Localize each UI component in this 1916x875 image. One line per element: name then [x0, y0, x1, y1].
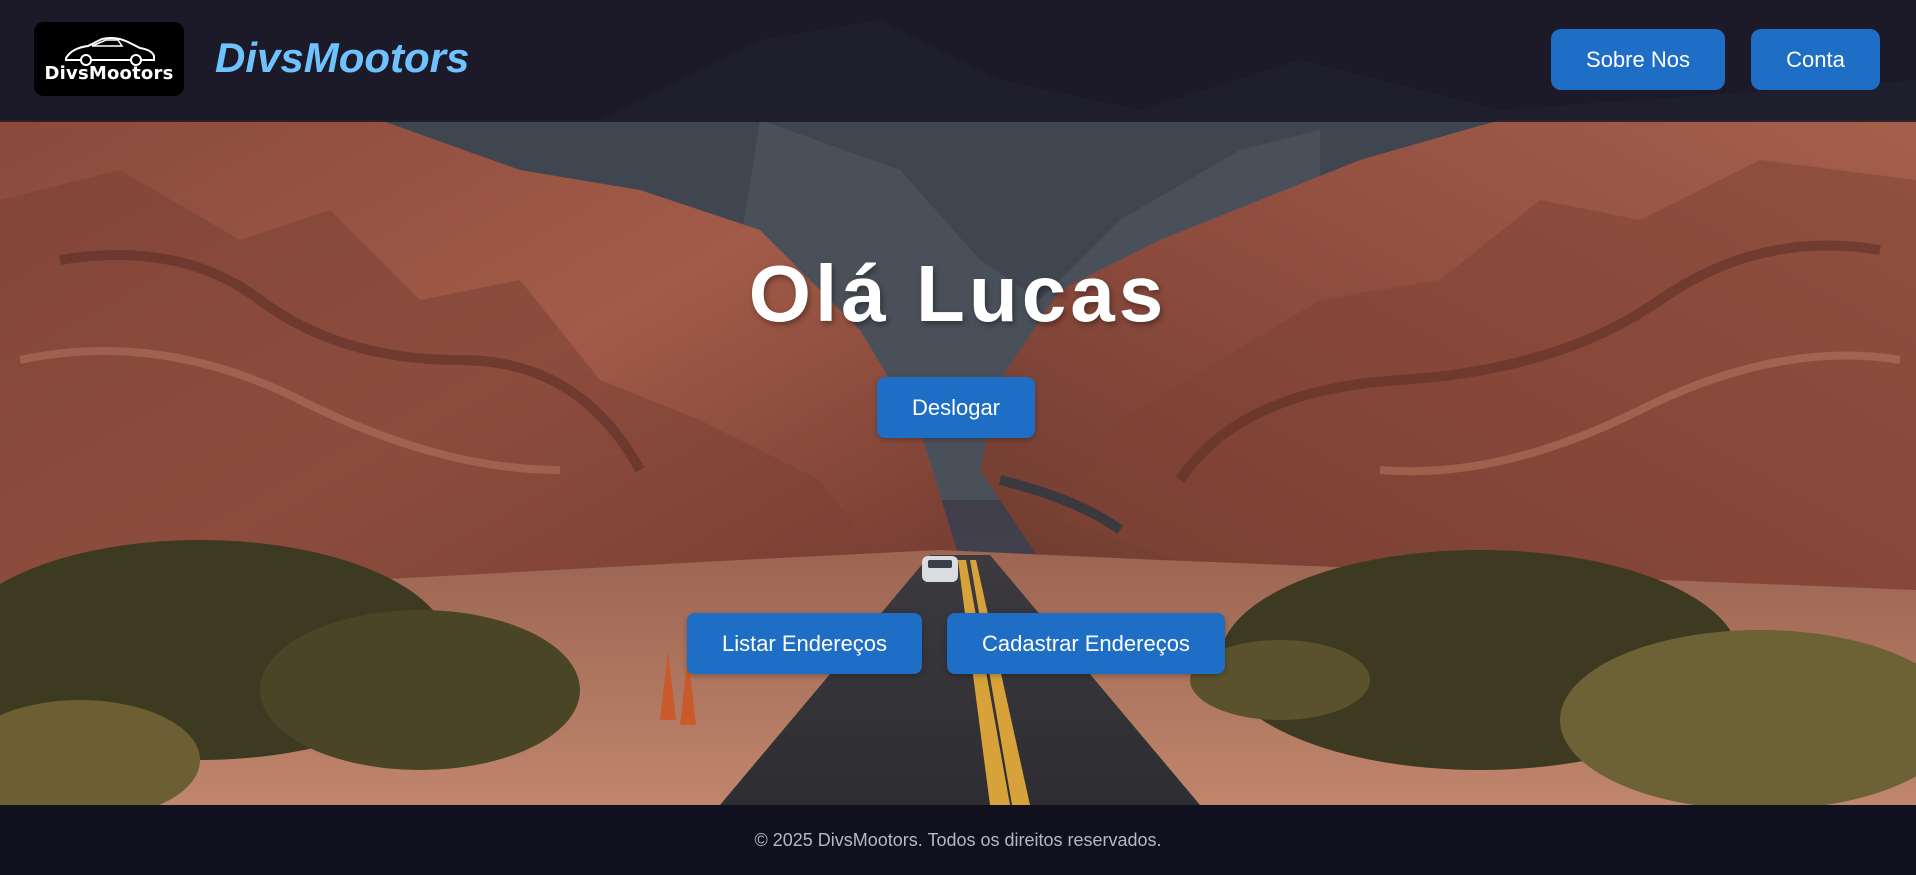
footer: © 2025 DivsMootors. Todos os direitos re… — [0, 805, 1916, 875]
logout-button[interactable]: Deslogar — [877, 377, 1035, 438]
nav-account-button[interactable]: Conta — [1751, 29, 1880, 90]
page: DivsMootors DivsMootors Sobre Nos Conta … — [0, 0, 1916, 875]
car-logo-icon — [65, 37, 155, 66]
top-navbar: DivsMootors DivsMootors Sobre Nos Conta — [0, 0, 1916, 122]
list-addresses-button[interactable]: Listar Endereços — [687, 613, 922, 674]
greeting-heading: Olá Lucas — [748, 249, 1168, 338]
logo[interactable]: DivsMootors — [34, 22, 184, 96]
logo-text: DivsMootors — [44, 63, 174, 84]
copyright-text: © 2025 DivsMootors. Todos os direitos re… — [754, 829, 1162, 850]
register-addresses-button[interactable]: Cadastrar Endereços — [947, 613, 1225, 674]
brand-title[interactable]: DivsMootors — [215, 34, 469, 82]
nav-about-button[interactable]: Sobre Nos — [1551, 29, 1725, 90]
